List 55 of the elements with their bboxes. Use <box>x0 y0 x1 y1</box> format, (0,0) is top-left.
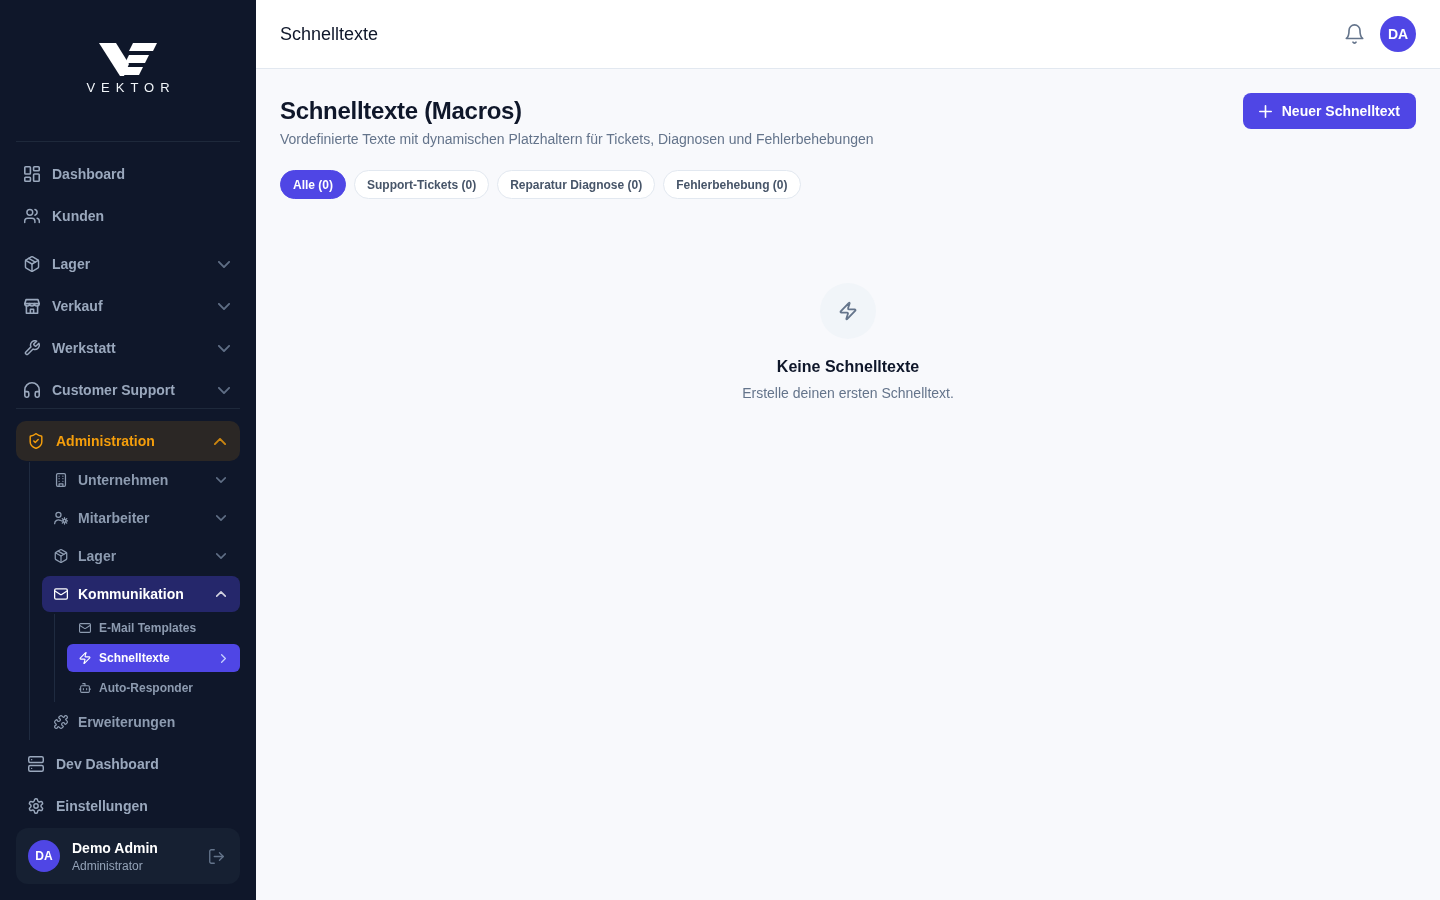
nav-item[interactable]: E-Mail Templates <box>67 614 240 642</box>
header-title: Schnelltexte <box>280 23 379 46</box>
nav-item[interactable]: Einstellungen <box>16 786 240 826</box>
headset-icon <box>24 382 40 398</box>
empty-state-message: Erstelle deinen ersten Schnelltext. <box>742 384 954 403</box>
nav-item[interactable]: Werkstatt <box>16 330 240 366</box>
nav-item[interactable]: Dashboard <box>16 156 240 192</box>
shield-check-icon <box>28 433 44 449</box>
user-role: Administrator <box>72 857 143 874</box>
robot-icon <box>79 682 91 694</box>
lightning-icon <box>79 652 91 664</box>
notification-bell-icon[interactable] <box>1345 24 1364 44</box>
filter-tab[interactable]: Alle (0) <box>280 170 346 199</box>
mail-icon <box>79 622 91 634</box>
nav-item[interactable]: Verkauf <box>16 288 240 324</box>
nav-item[interactable]: Kommunikation <box>42 576 240 612</box>
users-icon <box>24 208 40 224</box>
filter-tab[interactable]: Fehlerbehebung (0) <box>663 170 801 199</box>
logout-icon[interactable] <box>209 848 224 864</box>
filter-tab[interactable]: Support-Tickets (0) <box>354 170 490 199</box>
user-name: Demo Admin <box>72 838 158 857</box>
user-gear-icon <box>54 511 68 525</box>
logo-icon <box>99 43 157 76</box>
nav-item[interactable]: Customer Support <box>16 372 240 408</box>
page-subtitle: Vordefinierte Texte mit dynamischen Platzhaltern für Tickets, Diagnosen und Fehlerbehebungen <box>280 130 874 149</box>
nav-item[interactable]: Kunden <box>16 198 240 234</box>
logo-wordmark: VEKTOR <box>85 80 176 96</box>
nav-item[interactable]: Lager <box>16 246 240 282</box>
mail-icon <box>54 587 68 601</box>
server-icon <box>28 756 44 772</box>
building-icon <box>54 473 68 487</box>
page-title: Schnelltexte (Macros) <box>280 96 522 126</box>
dashboard-grid-icon <box>24 166 40 182</box>
user-avatar[interactable]: DA <box>1380 16 1416 52</box>
puzzle-icon <box>54 715 68 729</box>
plus-icon <box>1258 104 1272 118</box>
settings-icon <box>28 798 44 814</box>
nav-item[interactable]: Schnelltexte <box>67 644 240 672</box>
store-icon <box>24 298 40 314</box>
chevron-right-icon <box>221 653 226 663</box>
nav-item[interactable]: Erweiterungen <box>42 704 240 740</box>
nav-item[interactable]: Auto-Responder <box>67 674 240 702</box>
nav-item[interactable]: Administration <box>16 421 240 461</box>
wrench-icon <box>24 340 40 356</box>
nav-item[interactable]: Dev Dashboard <box>16 744 240 784</box>
package-icon <box>54 549 68 563</box>
nav-item[interactable]: Unternehmen <box>42 462 240 498</box>
nav-item[interactable]: Lager <box>42 538 240 574</box>
empty-state-title: Keine Schnelltexte <box>776 357 920 377</box>
filter-tab[interactable]: Reparatur Diagnose (0) <box>497 170 656 199</box>
user-avatar: DA <box>28 840 60 872</box>
package-icon <box>24 256 40 272</box>
lightning-icon <box>820 283 876 339</box>
nav-item[interactable]: Mitarbeiter <box>42 500 240 536</box>
new-snippet-button[interactable]: Neuer Schnelltext <box>1242 93 1416 129</box>
